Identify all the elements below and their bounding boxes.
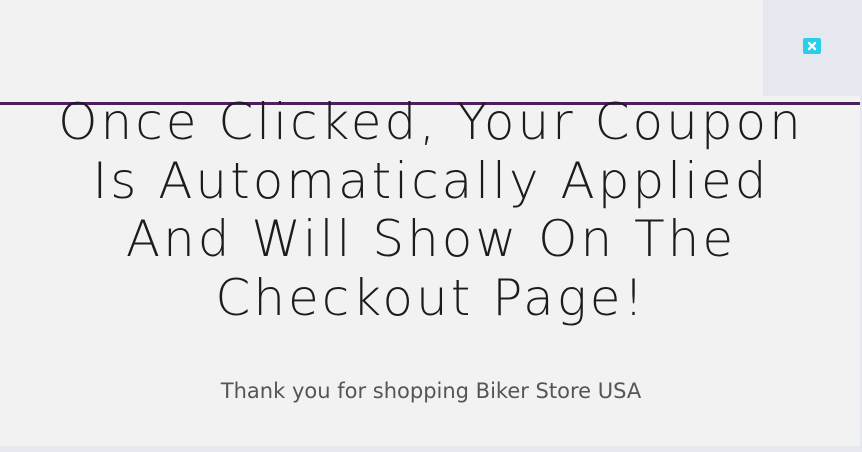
popup-header xyxy=(0,0,862,102)
close-icon[interactable] xyxy=(807,41,817,51)
bottom-strip xyxy=(0,446,862,452)
popup-headline: Once Clicked, Your Coupon Is Automatical… xyxy=(58,93,804,327)
thank-you-message: Thank you for shopping Biker Store USA xyxy=(220,379,642,403)
close-button[interactable] xyxy=(803,38,821,54)
coupon-popup: Once Clicked, Your Coupon Is Automatical… xyxy=(0,0,862,446)
